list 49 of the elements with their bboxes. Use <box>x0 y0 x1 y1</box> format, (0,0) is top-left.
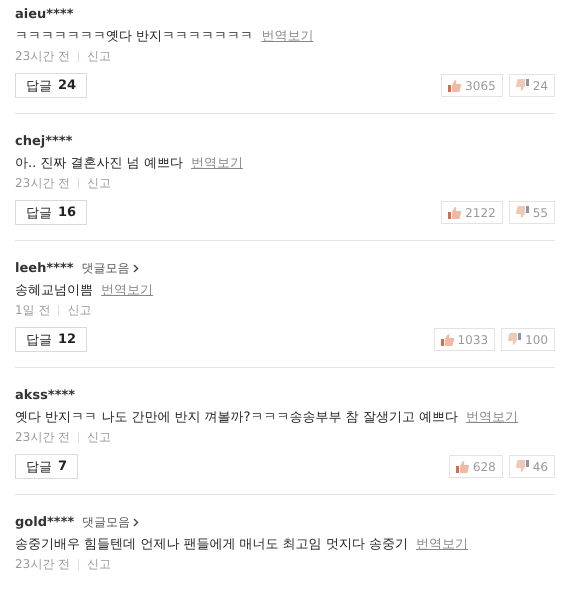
reply-button[interactable]: 답글 16 <box>15 200 88 225</box>
translate-link[interactable]: 번역보기 <box>416 537 468 552</box>
reply-button[interactable]: 답글 24 <box>15 73 88 98</box>
dislike-button[interactable]: 46 <box>508 455 555 478</box>
reply-button[interactable]: 답글 7 <box>15 454 78 479</box>
translate-link[interactable]: 번역보기 <box>101 283 154 298</box>
timestamp: 23시간 전 <box>15 174 70 192</box>
comment-text: 아.. 진짜 결혼사진 넘 예쁘다 <box>15 156 183 171</box>
comment-collection-link[interactable]: 댓글모음 <box>82 514 140 530</box>
comment-text: ㅋㅋㅋㅋㅋㅋㅋ옛다 반지ㅋㅋㅋㅋㅋㅋㅋ <box>15 29 254 44</box>
timestamp: 1일 전 <box>15 302 50 318</box>
username: leeh**** <box>15 260 74 276</box>
report-link[interactable]: 신고 <box>87 174 112 192</box>
report-link[interactable]: 신고 <box>67 302 92 318</box>
dislike-button[interactable]: 24 <box>508 74 555 97</box>
report-link[interactable]: 신고 <box>87 428 112 446</box>
username: aieu**** <box>15 6 74 22</box>
dislike-button[interactable]: 100 <box>501 328 555 351</box>
timestamp: 23시간 전 <box>15 556 70 572</box>
like-button[interactable]: 3065 <box>441 74 503 97</box>
username: gold**** <box>15 514 74 530</box>
comment-text: 송혜교넘이쁨 <box>15 283 93 298</box>
thumbs-up-icon <box>448 79 462 92</box>
like-button[interactable]: 2122 <box>441 201 503 224</box>
thumbs-up-icon <box>440 333 454 346</box>
report-link[interactable]: 신고 <box>87 48 112 64</box>
translate-link[interactable]: 번역보기 <box>261 29 314 44</box>
like-button[interactable]: 1033 <box>434 328 496 351</box>
thumbs-up-icon <box>448 206 462 219</box>
comment-text: 옛다 반지ㅋㅋ 나도 간만에 반지 껴볼까?ㅋㅋㅋ송송부부 참 잘생기고 예쁘다 <box>15 410 458 425</box>
thumbs-up-icon <box>456 460 469 473</box>
username: akss**** <box>15 388 76 402</box>
thumbs-down-icon <box>508 333 522 346</box>
thumbs-down-icon <box>516 206 529 219</box>
chevron-right-icon <box>133 518 140 526</box>
comment-text: 송중기배우 힘들텐데 언제나 팬들에게 매너도 최고임 멋지다 송중기 <box>15 537 408 552</box>
report-link[interactable]: 신고 <box>87 556 112 572</box>
timestamp: 23시간 전 <box>15 428 70 446</box>
comment-collection-link[interactable]: 댓글모음 <box>82 260 139 276</box>
translate-link[interactable]: 번역보기 <box>466 410 518 425</box>
reply-button[interactable]: 답글 12 <box>15 327 88 352</box>
chevron-right-icon <box>132 264 139 272</box>
translate-link[interactable]: 번역보기 <box>190 156 243 171</box>
dislike-button[interactable]: 55 <box>508 201 555 224</box>
like-button[interactable]: 628 <box>448 455 503 478</box>
thumbs-down-icon <box>516 79 529 92</box>
thumbs-down-icon <box>516 460 529 473</box>
username: chej**** <box>15 134 72 148</box>
timestamp: 23시간 전 <box>15 48 70 64</box>
